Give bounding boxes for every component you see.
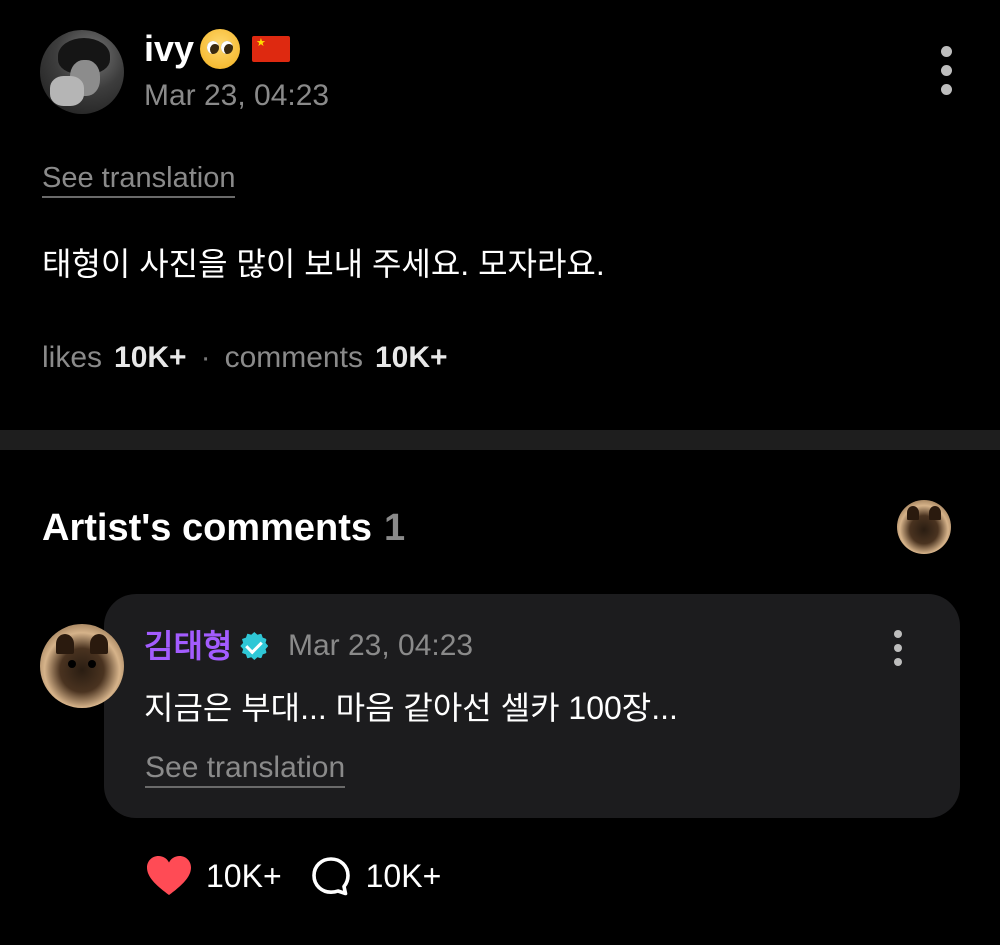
comment-reactions: 10K+ 10K+ <box>146 854 441 898</box>
comment-author-name[interactable]: 김태형 <box>144 626 232 666</box>
artist-filter-avatar[interactable] <box>897 500 951 554</box>
post-page: ivy ★ Mar 23, 04:23 See translation 태형이 … <box>0 0 1000 945</box>
post-see-translation-link[interactable]: See translation <box>42 160 236 198</box>
heart-icon[interactable] <box>146 855 192 897</box>
artist-comments-count: 1 <box>384 507 406 549</box>
post-username[interactable]: ivy <box>144 28 194 70</box>
post-username-row[interactable]: ivy ★ <box>144 28 291 70</box>
comment-reply-count: 10K+ <box>365 858 442 894</box>
comment-date: Mar 23, 04:23 <box>288 629 474 662</box>
comment-like-count: 10K+ <box>206 858 282 894</box>
artist-comments-heading: Artist's comments 1 <box>42 505 405 551</box>
likes-count: 10K+ <box>114 341 187 374</box>
post-body-text: 태형이 사진을 많이 보내 주세요. 모자라요. <box>42 246 605 282</box>
post-more-options-icon[interactable] <box>936 46 956 95</box>
comment-see-translation-link[interactable]: See translation <box>145 750 346 788</box>
china-flag-icon: ★ <box>252 36 291 62</box>
verified-badge-icon <box>240 632 269 660</box>
comments-count: 10K+ <box>374 341 448 374</box>
pleading-face-emoji-icon <box>200 29 241 69</box>
comment-author-row[interactable]: 김태형 <box>144 626 269 666</box>
comment-text: 지금은 부대... 마음 같아선 셀카 100장... <box>144 690 678 726</box>
post-date: Mar 23, 04:23 <box>144 79 330 112</box>
post-stats: likes 10K+ · comments 10K+ <box>42 338 448 378</box>
comment-bubble-icon[interactable] <box>310 855 352 897</box>
artist-comments-title: Artist's comments <box>42 507 373 549</box>
section-divider <box>0 430 1000 450</box>
artist-avatar[interactable] <box>40 624 124 708</box>
comment-more-options-icon[interactable] <box>888 630 908 666</box>
stats-separator: · <box>200 341 211 374</box>
comments-label: comments <box>224 341 363 374</box>
user-avatar[interactable] <box>40 30 124 114</box>
likes-label: likes <box>42 341 103 374</box>
